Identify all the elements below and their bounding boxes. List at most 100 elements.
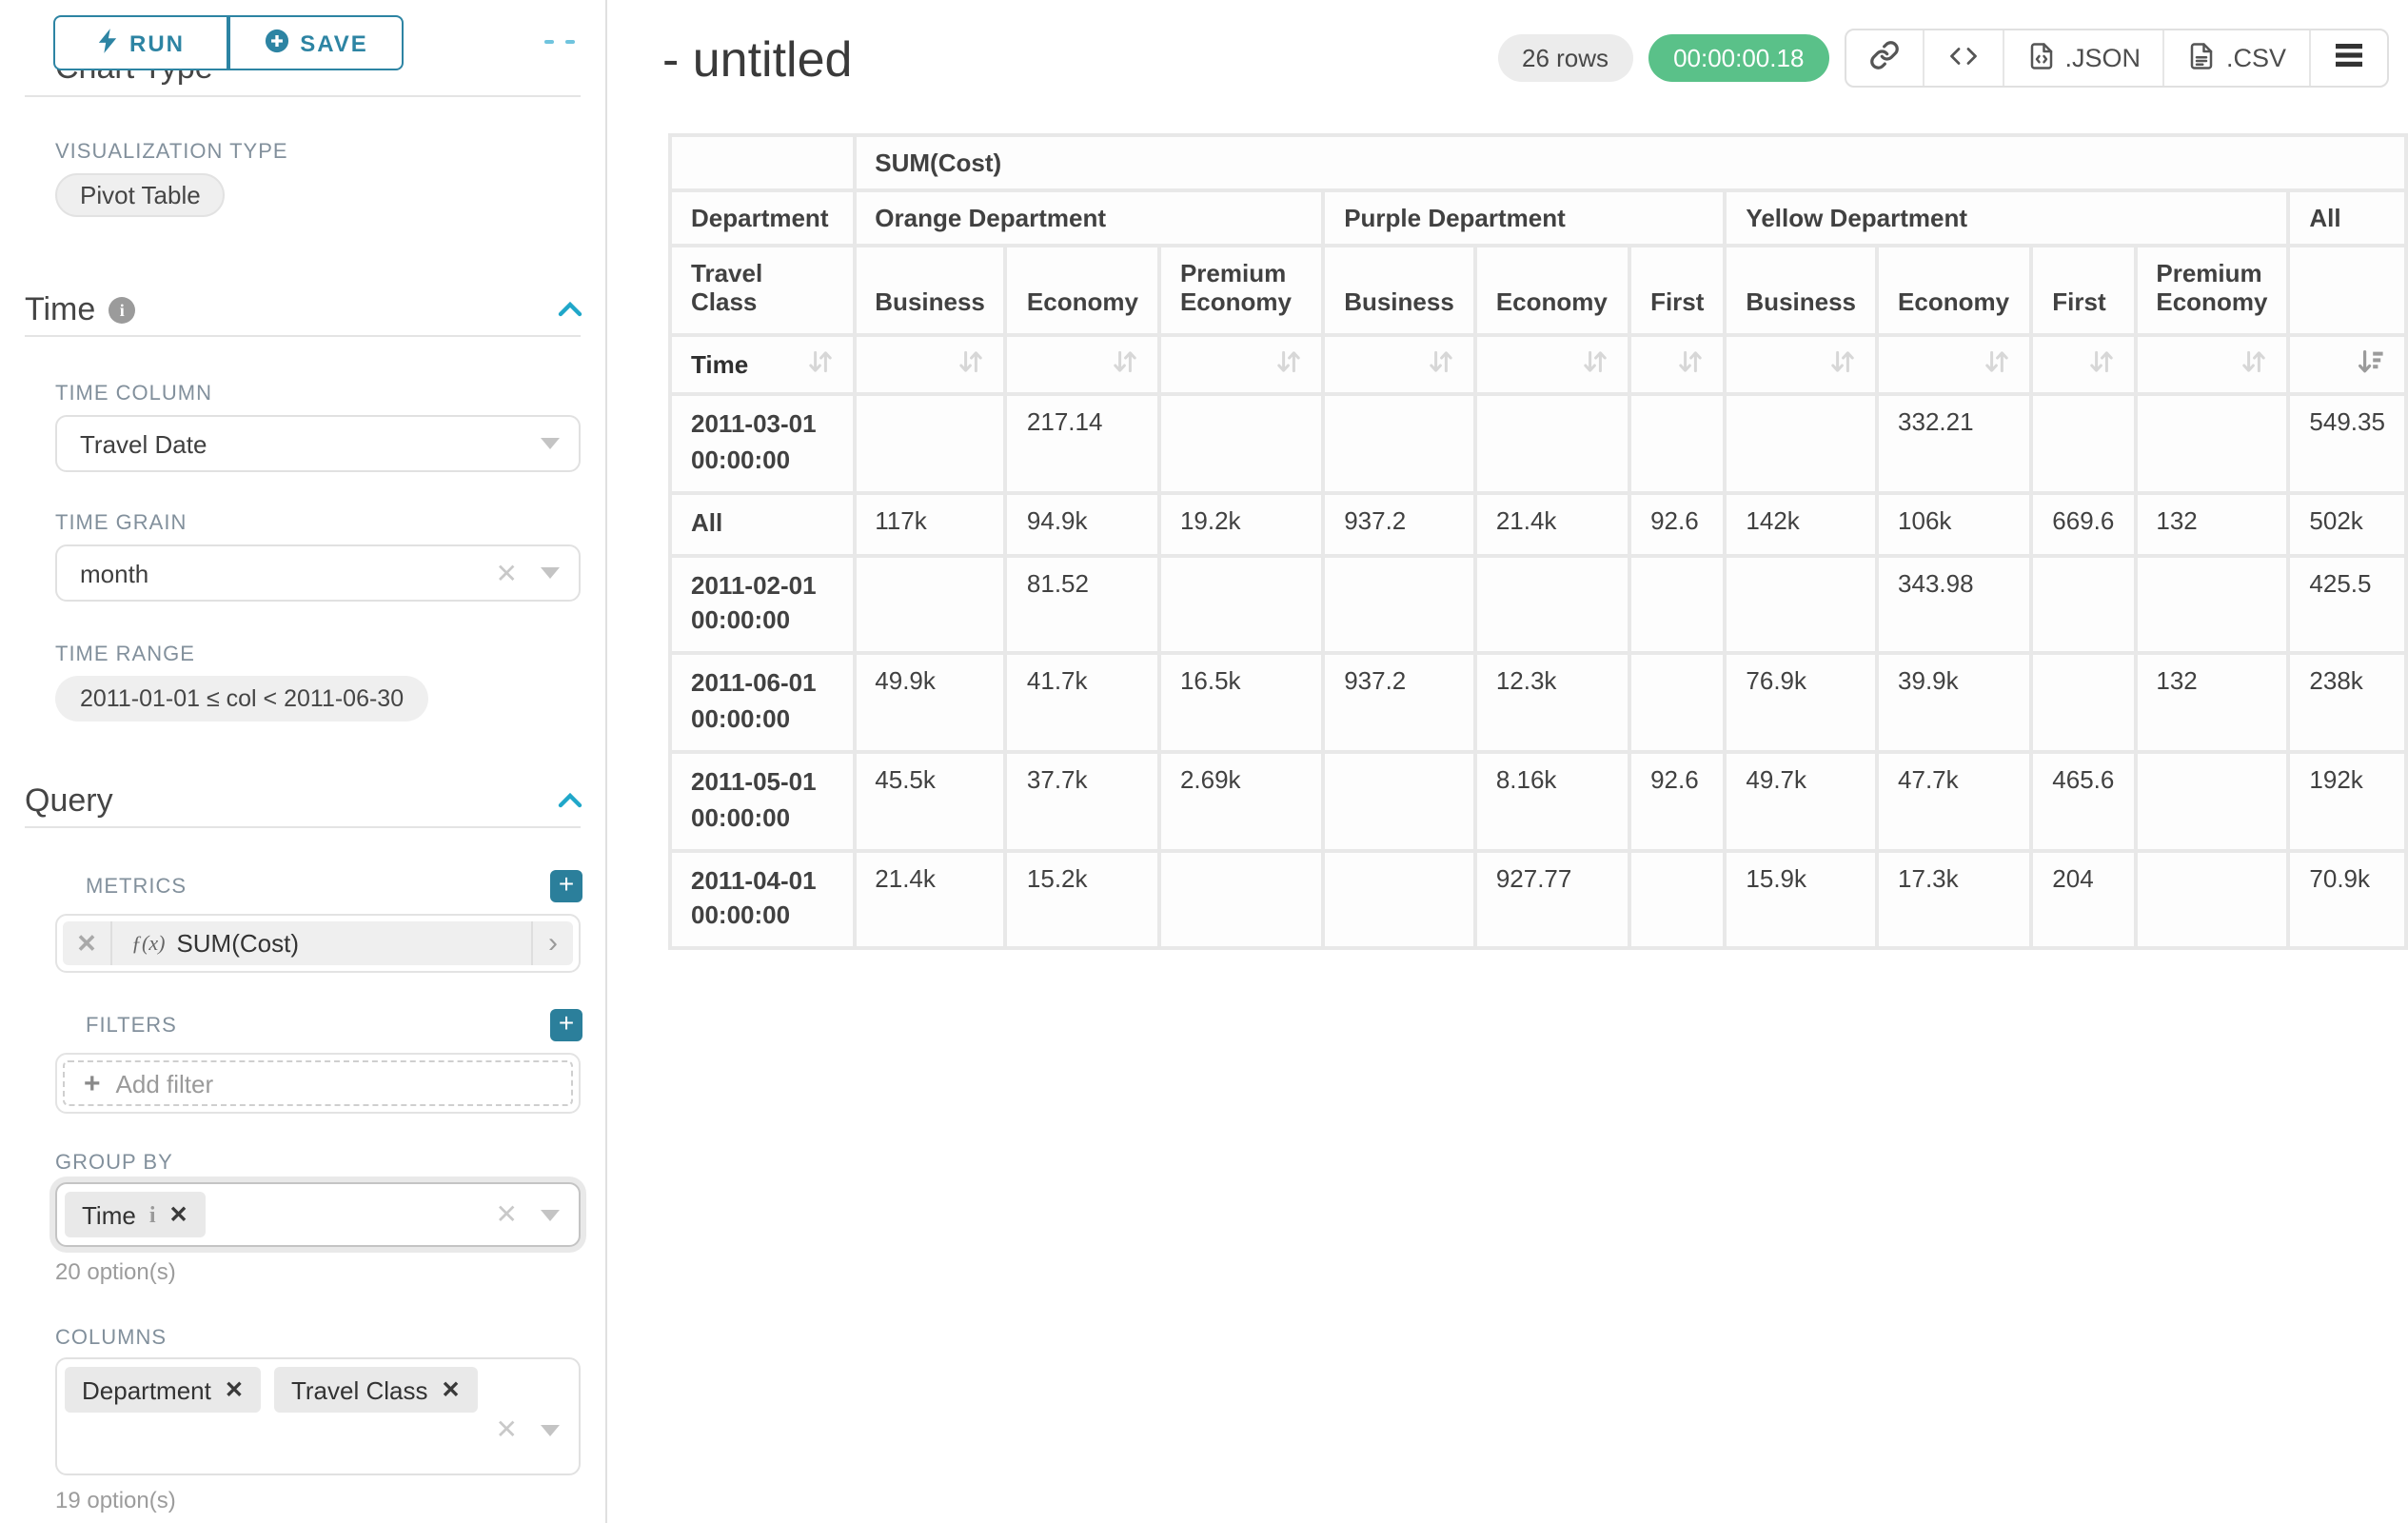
chevron-up-icon[interactable]	[558, 293, 582, 327]
value-cell	[2137, 754, 2286, 848]
copy-link-button[interactable]	[1845, 30, 1922, 86]
sort-icon[interactable]	[806, 348, 833, 381]
row-label-cell: 2011-05-0100:00:00	[672, 754, 852, 848]
sort-header-cell[interactable]	[2137, 337, 2286, 392]
save-button[interactable]: SAVE	[228, 15, 404, 70]
panel-handle-dots	[544, 40, 575, 44]
chevron-up-icon[interactable]	[558, 784, 582, 819]
pivot-table: SUM(Cost)DepartmentOrange DepartmentPurp…	[668, 133, 2408, 951]
sort-header-cell[interactable]	[2290, 337, 2404, 392]
caret-down-icon	[541, 1424, 560, 1435]
sort-icon[interactable]	[1984, 348, 2010, 381]
sort-icon[interactable]	[1582, 348, 1609, 381]
group-by-chip-label: Time	[82, 1200, 136, 1229]
value-cell	[1727, 396, 1875, 490]
caret-down-icon	[541, 1209, 560, 1220]
subheader-cell: Economy	[1477, 247, 1628, 333]
remove-chip-icon[interactable]: ✕	[442, 1376, 461, 1403]
export-json-label: .JSON	[2064, 44, 2141, 72]
value-cell: 45.5k	[856, 754, 1004, 848]
plus-circle-icon	[264, 28, 288, 58]
sort-header-cell[interactable]	[1631, 337, 1723, 392]
remove-metric-icon[interactable]: ✕	[63, 921, 112, 965]
sort-header-cell[interactable]	[1161, 337, 1321, 392]
viz-type-label: VISUALIZATION TYPE	[55, 141, 607, 164]
add-filter-dropzone[interactable]: + Add filter	[63, 1060, 573, 1106]
time-grain-value: month	[80, 559, 496, 587]
run-button[interactable]: RUN	[53, 15, 228, 70]
columns-select[interactable]: Department ✕ Travel Class ✕ ✕	[55, 1357, 581, 1475]
sort-header-cell[interactable]	[1325, 337, 1473, 392]
time-range-pill[interactable]: 2011-01-01 ≤ col < 2011-06-30	[55, 676, 428, 722]
time-column-value: Travel Date	[80, 429, 541, 458]
value-cell: 106k	[1879, 494, 2029, 553]
sort-icon[interactable]	[1428, 348, 1454, 381]
col-dim-label-cell: Travel Class	[672, 247, 852, 333]
sort-header-cell[interactable]	[1477, 337, 1628, 392]
time-section-title: Time	[25, 291, 95, 329]
value-cell: 8.16k	[1477, 754, 1628, 848]
add-metric-button[interactable]: +	[550, 870, 582, 902]
link-icon	[1868, 40, 1899, 76]
export-json-button[interactable]: .JSON	[2002, 30, 2163, 86]
time-grain-select[interactable]: month ✕	[55, 544, 581, 602]
add-filter-button[interactable]: +	[550, 1009, 582, 1041]
remove-chip-icon[interactable]: ✕	[225, 1376, 244, 1403]
sort-icon[interactable]	[1112, 348, 1138, 381]
value-cell	[2137, 396, 2286, 490]
row-dim-sort-cell[interactable]: Time	[672, 337, 852, 392]
filters-box: + Add filter	[55, 1053, 581, 1114]
clear-icon[interactable]: ✕	[496, 1198, 518, 1231]
sort-header-cell[interactable]	[1727, 337, 1875, 392]
clear-icon[interactable]: ✕	[496, 557, 518, 589]
value-cell	[1325, 557, 1473, 651]
menu-button[interactable]	[2309, 30, 2387, 86]
value-cell: 12.3k	[1477, 655, 1628, 749]
sort-header-cell[interactable]	[1879, 337, 2029, 392]
sort-icon[interactable]	[2087, 348, 2114, 381]
value-cell: 49.7k	[1727, 754, 1875, 848]
subheader-cell: Business	[856, 247, 1004, 333]
sort-icon[interactable]	[1275, 348, 1302, 381]
value-cell	[2137, 557, 2286, 651]
metric-chip-label: SUM(Cost)	[176, 929, 299, 958]
value-cell	[1161, 852, 1321, 946]
sort-icon[interactable]	[958, 348, 985, 381]
view-query-button[interactable]	[1922, 30, 2002, 86]
value-cell: 17.3k	[1879, 852, 2029, 946]
export-csv-button[interactable]: .CSV	[2163, 30, 2309, 86]
columns-chip[interactable]: Department ✕	[65, 1367, 261, 1413]
sort-header-cell[interactable]	[2033, 337, 2133, 392]
value-cell: 927.77	[1477, 852, 1628, 946]
columns-chip-label: Travel Class	[291, 1375, 428, 1404]
sort-desc-icon[interactable]	[2357, 348, 2385, 381]
sort-header-cell[interactable]	[856, 337, 1004, 392]
row-label-cell: All	[672, 494, 852, 553]
group-by-chip[interactable]: Time i ✕	[65, 1192, 206, 1237]
chart-area: - untitled 26 rows 00:00:00.18	[609, 0, 2408, 1523]
save-button-label: SAVE	[300, 30, 368, 56]
sort-icon[interactable]	[2240, 348, 2267, 381]
remove-chip-icon[interactable]: ✕	[169, 1201, 188, 1228]
lightning-icon	[97, 28, 118, 58]
sort-icon[interactable]	[1829, 348, 1856, 381]
metrics-label: METRICS	[86, 875, 187, 898]
metric-header-cell: SUM(Cost)	[856, 137, 2404, 188]
export-button-group: .JSON .CSV	[1844, 29, 2389, 88]
caret-down-icon	[541, 567, 560, 579]
row-label-cell: 2011-04-0100:00:00	[672, 852, 852, 946]
metric-chip[interactable]: ✕ ƒ(x) SUM(Cost) ›	[63, 921, 573, 965]
value-cell	[1477, 396, 1628, 490]
sort-icon[interactable]	[1677, 348, 1704, 381]
group-by-select[interactable]: Time i ✕ ✕	[55, 1182, 581, 1247]
sort-header-cell[interactable]	[1008, 337, 1157, 392]
value-cell	[1631, 396, 1723, 490]
chevron-right-icon[interactable]: ›	[531, 921, 573, 965]
columns-chip[interactable]: Travel Class ✕	[274, 1367, 478, 1413]
subheader-cell: Business	[1325, 247, 1473, 333]
value-cell	[1727, 557, 1875, 651]
time-column-select[interactable]: Travel Date	[55, 415, 581, 472]
viz-type-pill[interactable]: Pivot Table	[55, 173, 226, 217]
run-button-label: RUN	[129, 30, 185, 56]
clear-icon[interactable]: ✕	[496, 1414, 518, 1446]
